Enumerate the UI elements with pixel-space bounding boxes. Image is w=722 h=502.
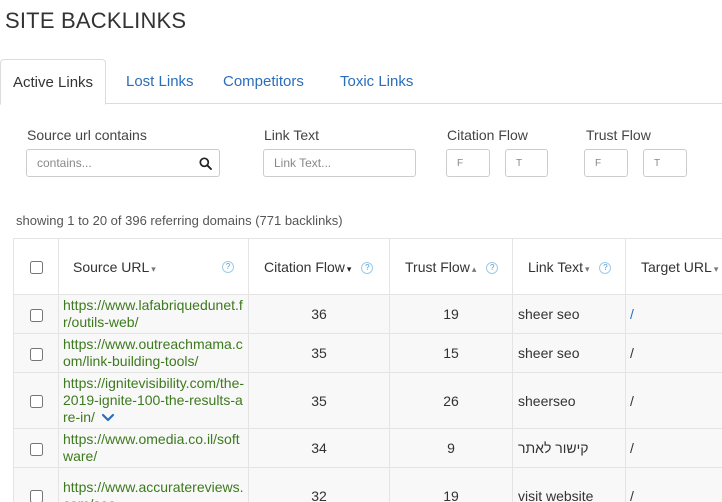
row-checkbox[interactable] [29, 395, 43, 409]
source-url-input[interactable] [26, 149, 193, 177]
backlinks-table: Source URL ▾ ? Citation Flow ▾ ? Trust Flo… [13, 238, 722, 502]
select-all-checkbox[interactable] [29, 261, 43, 275]
results-summary: showing 1 to 20 of 396 referring domains… [16, 213, 343, 228]
target-url-link[interactable]: / [625, 333, 722, 373]
source-url-cell: https://ignitevisibility.com/the-2019-ig… [58, 372, 249, 429]
row-select-cell [13, 294, 59, 334]
target-url-link[interactable]: / [625, 467, 722, 502]
table-header-row: Source URL ▾ ? Citation Flow ▾ ? Trust Flo… [13, 238, 722, 295]
citation-flow-to-input[interactable] [505, 149, 548, 177]
trust-flow-to-input[interactable] [643, 149, 687, 177]
header-link-text[interactable]: Link Text ▾ ? [512, 238, 626, 295]
header-source-url-label: Source URL [73, 258, 150, 275]
link-text-value: visit website [512, 467, 626, 502]
tab-active-links[interactable]: Active Links [0, 59, 107, 105]
help-icon[interactable]: ? [361, 261, 374, 274]
sort-caret-icon: ▾ [585, 263, 590, 274]
sort-caret-icon: ▾ [346, 263, 352, 274]
source-url-link[interactable]: https://ignitevisibility.com/the-2019-ig… [63, 375, 244, 425]
citation-flow-filter-label: Citation Flow [447, 127, 528, 143]
header-target-url[interactable]: Target URL ▾ [625, 238, 722, 295]
page-title: SITE BACKLINKS [5, 8, 187, 33]
target-url-link[interactable]: / [625, 372, 722, 429]
backlinks-table-container: Source URL ▾ ? Citation Flow ▾ ? Trust Flo… [13, 238, 722, 502]
citation-flow-value: 35 [248, 333, 390, 373]
citation-flow-value: 34 [248, 428, 390, 468]
sort-caret-icon: ▾ [151, 263, 156, 274]
source-url-link[interactable]: https://www.accuratereviews.com/seo- [58, 467, 249, 502]
trust-flow-from-input[interactable] [584, 149, 628, 177]
citation-flow-value: 36 [248, 294, 390, 334]
citation-flow-from-input[interactable] [446, 149, 490, 177]
table-row: https://ignitevisibility.com/the-2019-ig… [13, 372, 722, 429]
link-text-value: sheer seo [512, 333, 626, 373]
table-row: https://www.omedia.co.il/software/ 34 9 … [13, 428, 722, 468]
header-citation-flow[interactable]: Citation Flow ▾ ? [248, 238, 390, 295]
sort-caret-icon: ▴ [471, 263, 477, 274]
header-citation-flow-label: Citation Flow [264, 258, 345, 275]
tab-competitors[interactable]: Competitors [223, 59, 304, 104]
table-row: https://www.outreachmama.com/link-buildi… [13, 333, 722, 373]
header-source-url[interactable]: Source URL ▾ ? [58, 238, 249, 295]
table-row: https://www.accuratereviews.com/seo- 32 … [13, 467, 722, 502]
row-select-cell [13, 333, 59, 373]
link-text-input[interactable] [263, 149, 416, 177]
row-select-cell [13, 467, 59, 502]
sort-caret-icon: ▾ [713, 263, 719, 274]
trust-flow-value: 19 [389, 294, 513, 334]
tab-lost-links[interactable]: Lost Links [126, 59, 194, 104]
search-button[interactable] [192, 149, 220, 177]
help-icon[interactable]: ? [486, 261, 499, 274]
trust-flow-value: 26 [389, 372, 513, 429]
tab-bar: Active Links Lost Links Competitors Toxi… [0, 59, 722, 105]
link-text-value: sheerseo [512, 372, 626, 429]
table-row: https://www.lafabriquedunet.fr/outils-we… [13, 294, 722, 334]
source-url-filter-label: Source url contains [27, 127, 147, 143]
trust-flow-value: 9 [389, 428, 513, 468]
link-text-value: קישור לאתר [512, 428, 626, 468]
citation-flow-value: 35 [248, 372, 390, 429]
row-checkbox[interactable] [29, 490, 43, 502]
header-trust-flow[interactable]: Trust Flow ▴ ? [389, 238, 513, 295]
target-url-link[interactable]: / [625, 428, 722, 468]
trust-flow-value: 19 [389, 467, 513, 502]
target-url-link[interactable]: / [625, 294, 722, 334]
tab-toxic-links[interactable]: Toxic Links [340, 59, 413, 104]
source-url-link[interactable]: https://www.omedia.co.il/software/ [58, 428, 249, 468]
trust-flow-value: 15 [389, 333, 513, 373]
row-checkbox[interactable] [29, 347, 43, 361]
source-url-link[interactable]: https://www.outreachmama.com/link-buildi… [58, 333, 249, 373]
row-select-cell [13, 372, 59, 429]
link-text-value: sheer seo [512, 294, 626, 334]
header-target-url-label: Target URL [641, 258, 712, 275]
help-icon[interactable]: ? [599, 261, 612, 274]
citation-flow-value: 32 [248, 467, 390, 502]
link-text-filter-label: Link Text [264, 127, 319, 143]
help-icon[interactable]: ? [222, 261, 234, 273]
header-link-text-label: Link Text [528, 258, 583, 275]
header-trust-flow-label: Trust Flow [405, 258, 470, 275]
row-select-cell [13, 428, 59, 468]
row-checkbox[interactable] [29, 442, 43, 456]
chevron-down-icon[interactable] [101, 413, 115, 423]
search-icon [199, 156, 212, 170]
source-url-link[interactable]: https://www.lafabriquedunet.fr/outils-we… [58, 294, 249, 334]
select-all-cell [13, 238, 59, 295]
trust-flow-filter-label: Trust Flow [586, 127, 651, 143]
row-checkbox[interactable] [29, 308, 43, 322]
